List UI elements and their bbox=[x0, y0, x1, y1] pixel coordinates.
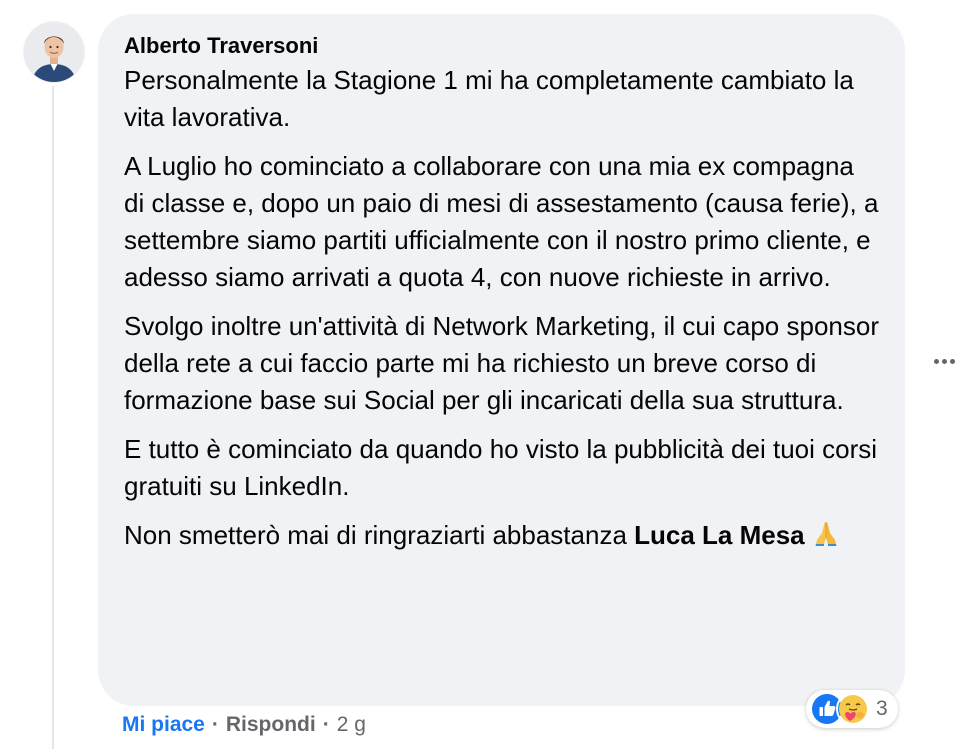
comment-paragraph: E tutto è cominciato da quando ho visto … bbox=[124, 434, 878, 501]
more-options-button[interactable] bbox=[926, 346, 962, 376]
timestamp[interactable]: 2 g bbox=[337, 713, 366, 737]
comment-paragraph-last: Non smetterò mai di ringraziarti abbasta… bbox=[124, 517, 881, 558]
thread-line bbox=[52, 86, 54, 749]
folded-hands-icon bbox=[811, 518, 841, 558]
more-options-dot bbox=[949, 358, 955, 364]
more-options-dot bbox=[941, 358, 947, 364]
comment-actions: Mi piace · Rispondi · 2 g bbox=[122, 709, 366, 741]
avatar-photo bbox=[24, 22, 84, 82]
comment-text: Non smetterò mai di ringraziarti abbasta… bbox=[124, 520, 635, 550]
care-reaction-icon bbox=[836, 692, 870, 726]
comment-paragraph: Svolgo inoltre un'attività di Network Ma… bbox=[124, 311, 879, 415]
comment-bubble: Alberto Traversoni Personalmente la Stag… bbox=[98, 14, 905, 706]
more-options-dot bbox=[933, 358, 939, 364]
mention-link[interactable]: Luca La Mesa bbox=[634, 520, 805, 550]
separator: · bbox=[322, 713, 330, 736]
comment-paragraph: A Luglio ho cominciato a collaborare con… bbox=[124, 151, 879, 292]
separator: · bbox=[211, 713, 219, 736]
comment-author[interactable]: Alberto Traversoni bbox=[124, 32, 881, 60]
reactions-summary[interactable]: 3 bbox=[806, 690, 898, 728]
reply-button[interactable]: Rispondi bbox=[226, 713, 316, 737]
reaction-count: 3 bbox=[876, 697, 888, 720]
comment-paragraph: Personalmente la Stagione 1 mi ha comple… bbox=[124, 65, 854, 132]
like-button[interactable]: Mi piace bbox=[122, 713, 205, 737]
avatar[interactable] bbox=[24, 22, 84, 82]
